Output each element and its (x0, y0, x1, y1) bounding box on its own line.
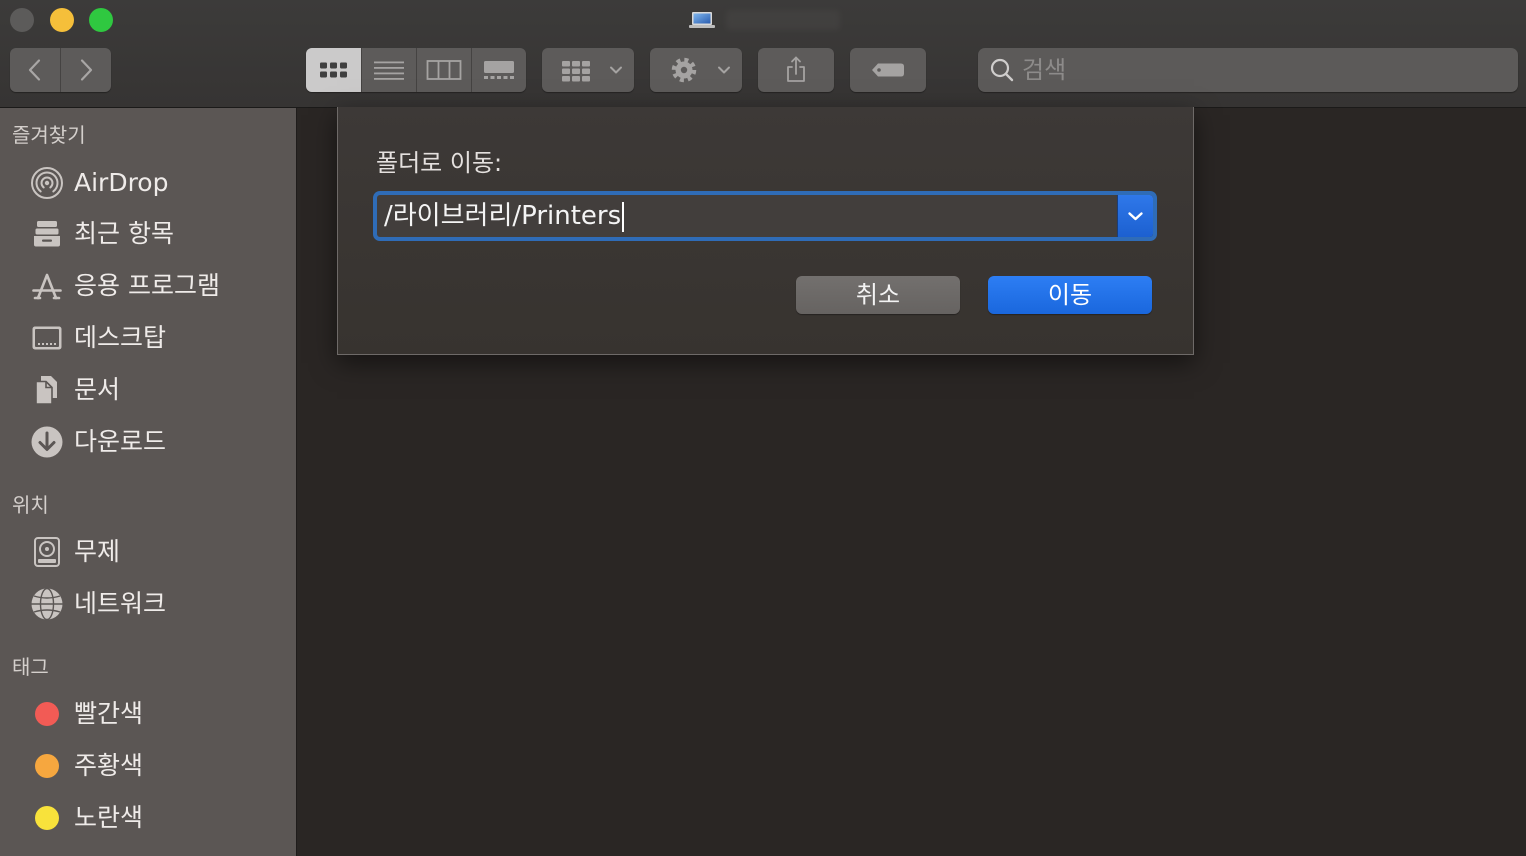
navigation-buttons (10, 48, 111, 92)
sidebar-section-locations: 위치 (12, 493, 49, 517)
sidebar-tag-yellow[interactable]: 노란색 (0, 794, 296, 842)
sidebar-item-label: 문서 (74, 375, 121, 404)
sidebar-item-label: 네트워크 (74, 589, 167, 618)
recent-folders-dropdown-button[interactable] (1117, 195, 1153, 237)
minimize-button[interactable] (50, 8, 74, 32)
group-by-button[interactable] (542, 48, 634, 92)
chevron-down-icon (1128, 212, 1143, 221)
chevron-right-icon (80, 59, 93, 81)
sidebar-section-favorites: 즐겨찾기 (12, 123, 86, 147)
share-button[interactable] (758, 48, 834, 92)
sidebar-item-label: 응용 프로그램 (74, 271, 220, 300)
chevron-left-icon (28, 59, 41, 81)
group-grid-icon (562, 61, 622, 82)
recents-icon (34, 221, 60, 247)
column-view-icon (426, 60, 462, 80)
sidebar-item-label: 노란색 (74, 803, 144, 832)
sidebar-item-applications[interactable]: 응용 프로그램 (0, 262, 296, 310)
go-button[interactable]: 이동 (988, 276, 1152, 314)
forward-button[interactable] (60, 48, 111, 92)
yellow-tag-dot (35, 806, 59, 830)
list-view-icon (374, 61, 404, 80)
list-view-button[interactable] (361, 48, 416, 92)
airdrop-icon (31, 167, 63, 199)
window-title-redacted (726, 10, 840, 30)
documents-icon (35, 376, 57, 405)
network-icon (31, 587, 63, 621)
search-input[interactable] (1022, 48, 1502, 92)
go-to-folder-dialog: 폴더로 이동: /라이브러리/Printers 취소 이동 (337, 107, 1194, 355)
gallery-view-button[interactable] (471, 48, 526, 92)
toolbar (0, 0, 1526, 108)
go-to-folder-label: 폴더로 이동: (376, 149, 503, 177)
sidebar-item-airdrop[interactable]: AirDrop (0, 159, 296, 207)
sidebar-item-untitled-disk[interactable]: 무제 (0, 528, 296, 576)
disk-icon (34, 537, 60, 567)
action-menu-button[interactable] (650, 48, 742, 92)
sidebar-tag-red[interactable]: 빨간색 (0, 690, 296, 738)
search-icon (990, 58, 1014, 82)
icon-view-button[interactable] (306, 48, 361, 92)
icon-view-icon (320, 62, 347, 78)
sidebar-item-label: 주황색 (74, 751, 144, 780)
orange-tag-dot (35, 754, 59, 778)
text-caret (622, 201, 625, 232)
sidebar-section-tags: 태그 (12, 655, 49, 679)
zoom-button[interactable] (89, 8, 113, 32)
close-button[interactable] (10, 8, 34, 32)
view-mode-control (306, 48, 526, 92)
sidebar-item-label: 빨간색 (74, 699, 144, 728)
column-view-button[interactable] (416, 48, 471, 92)
search-field[interactable] (978, 48, 1518, 92)
cancel-button[interactable]: 취소 (796, 276, 960, 314)
back-button[interactable] (10, 48, 60, 92)
sidebar-item-label: 데스크탑 (74, 323, 167, 352)
sidebar-item-recents[interactable]: 최근 항목 (0, 210, 296, 258)
folder-path-value: /라이브러리/Printers (384, 201, 622, 231)
gear-icon (671, 57, 730, 83)
sidebar-item-label: 무제 (74, 537, 121, 566)
share-icon (787, 56, 805, 82)
finder-window: 즐겨찾기 AirDrop 최근 항목 (0, 0, 1526, 856)
applications-icon (32, 273, 62, 300)
sidebar-item-label: AirDrop (74, 168, 169, 197)
folder-path-input[interactable]: /라이브러리/Printers (377, 195, 1153, 237)
sidebar-item-label: 다운로드 (74, 427, 167, 456)
sidebar-item-label: 최근 항목 (74, 219, 174, 248)
sidebar-item-documents[interactable]: 문서 (0, 366, 296, 414)
sidebar: 즐겨찾기 AirDrop 최근 항목 응용 프로그램 데스크탑 문서 다운로드 … (0, 108, 297, 856)
sidebar-tag-orange[interactable]: 주황색 (0, 742, 296, 790)
sidebar-item-desktop[interactable]: 데스크탑 (0, 314, 296, 362)
downloads-icon (31, 426, 63, 458)
edit-tags-button[interactable] (850, 48, 926, 92)
tag-icon (872, 63, 904, 77)
laptop-icon (689, 12, 715, 28)
sidebar-item-network[interactable]: 네트워크 (0, 580, 296, 628)
desktop-icon (32, 326, 62, 350)
gallery-view-icon (484, 61, 514, 79)
red-tag-dot (35, 702, 59, 726)
sidebar-item-downloads[interactable]: 다운로드 (0, 418, 296, 466)
